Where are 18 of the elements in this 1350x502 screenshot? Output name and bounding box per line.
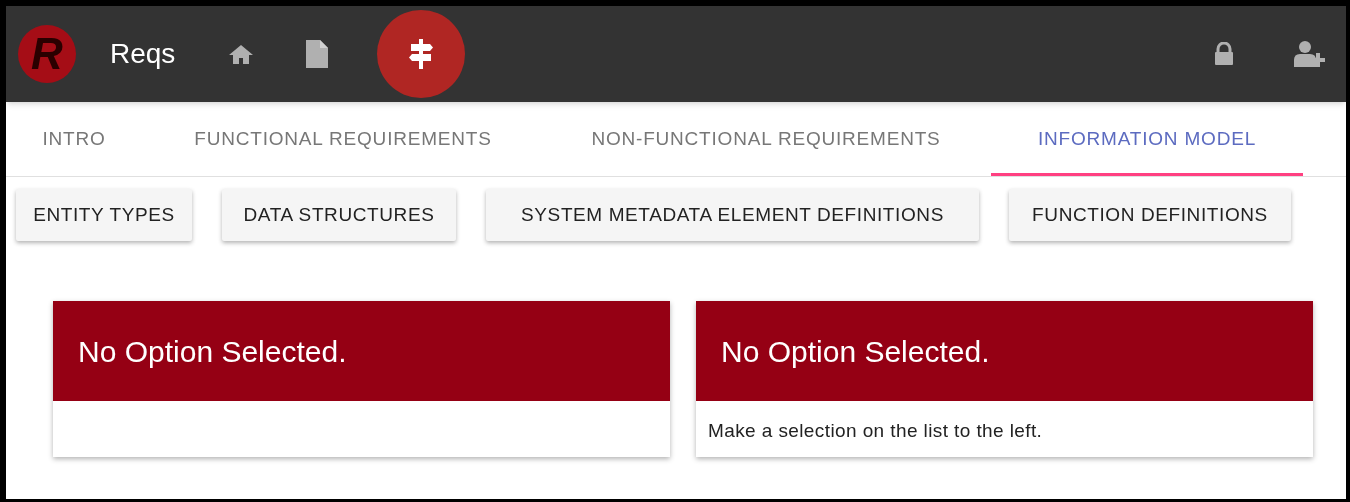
card-message: Make a selection on the list to the left. [707, 419, 1044, 443]
card-title: No Option Selected. [721, 333, 990, 370]
section-button[interactable]: SYSTEM METADATA ELEMENT DEFINITIONS [486, 189, 979, 241]
card-title: No Option Selected. [78, 333, 347, 370]
tab[interactable]: INTRO [16, 102, 132, 176]
app-title: Reqs [110, 37, 176, 71]
add-user-icon[interactable] [1294, 40, 1328, 68]
lock-icon[interactable] [1214, 42, 1234, 66]
tab[interactable]: NON-FUNCTIONAL REQUIREMENTS [554, 102, 978, 176]
home-icon[interactable] [228, 43, 255, 65]
section-button[interactable]: ENTITY TYPES [16, 189, 192, 241]
tab[interactable]: INFORMATION MODEL [991, 102, 1303, 176]
logo: R [18, 25, 76, 83]
section-button[interactable]: DATA STRUCTURES [222, 189, 456, 241]
section-button[interactable]: FUNCTION DEFINITIONS [1009, 189, 1291, 241]
signpost-icon [408, 39, 435, 69]
file-icon[interactable] [306, 40, 329, 68]
tab[interactable]: FUNCTIONAL REQUIREMENTS [132, 102, 554, 176]
